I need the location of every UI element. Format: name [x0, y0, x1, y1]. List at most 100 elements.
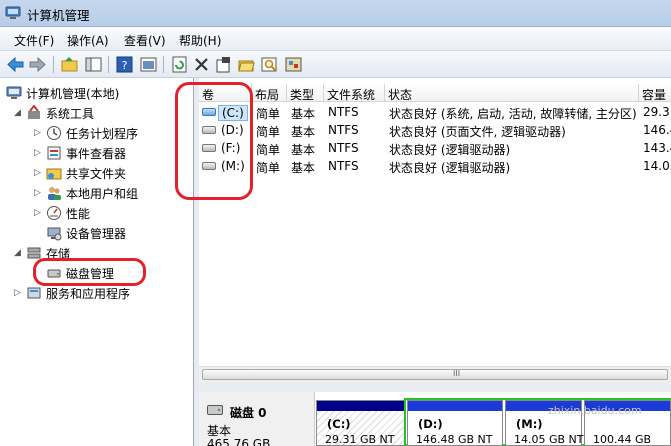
partition-name: (M:)	[516, 417, 543, 431]
menu-action[interactable]: 操作(A)	[67, 32, 109, 49]
shared-folder-icon	[46, 168, 62, 180]
volume-type: 基本	[291, 125, 316, 139]
menu-file[interactable]: 文件(F)	[14, 32, 54, 49]
volume-capacity: 29.3	[643, 105, 670, 119]
open-icon[interactable]	[237, 55, 256, 74]
up-folder-icon[interactable]	[60, 55, 79, 74]
back-icon[interactable]	[6, 55, 25, 74]
expand-arrow-icon[interactable]: ▷	[14, 288, 24, 298]
performance-icon	[47, 206, 61, 220]
delete-icon[interactable]	[192, 55, 211, 74]
watermark: zhixin.baidu.com	[548, 404, 642, 417]
tree-performance-label: 性能	[66, 207, 91, 221]
volume-status: 状态良好 (系统, 启动, 活动, 故障转储, 主分区)	[389, 107, 637, 121]
volume-filesystem: NTFS	[328, 105, 359, 119]
volume-list: 卷 布局 类型 文件系统 状态 容量 (C:) 简单 基本 NTFS 状态良好 …	[199, 78, 671, 366]
volume-layout: 简单	[256, 143, 281, 157]
toolbar: ?	[0, 51, 671, 78]
volume-capacity: 14.05	[643, 159, 671, 173]
partition-name: (D:)	[418, 417, 443, 431]
tree-event-viewer-label: 事件查看器	[66, 147, 127, 161]
disk-0-name: 磁盘 0	[230, 406, 267, 420]
disk-0-label[interactable]: 磁盘 0 基本 465.76 GB	[199, 392, 315, 446]
highlight-disk-management	[33, 258, 146, 286]
menu-view[interactable]: 查看(V)	[124, 32, 166, 49]
expand-arrow-icon[interactable]: ▷	[34, 208, 44, 218]
console-icon[interactable]	[139, 55, 158, 74]
horizontal-scrollbar[interactable]: III	[199, 366, 671, 382]
tree-device-manager-label: 设备管理器	[66, 227, 127, 241]
window-title: 计算机管理	[27, 8, 90, 23]
users-icon	[48, 187, 61, 200]
volume-type: 基本	[291, 161, 316, 175]
volume-layout: 简单	[256, 107, 281, 121]
menu-bar: 文件(F) 操作(A) 查看(V) 帮助(H)	[0, 27, 671, 51]
device-manager-icon	[47, 227, 62, 241]
tools-icon	[28, 105, 40, 119]
help-icon[interactable]: ?	[115, 55, 134, 74]
refresh-icon[interactable]	[170, 55, 189, 74]
tree-local-users-label: 本地用户和组	[66, 187, 139, 201]
partition-d[interactable]: (D:) 146.48 GB NT	[407, 400, 503, 446]
computer-icon	[6, 86, 22, 99]
collapse-arrow-icon[interactable]: ◢	[14, 248, 24, 258]
column-header-capacity[interactable]: 容量	[639, 84, 671, 102]
scrollbar-grip: III	[453, 369, 461, 378]
volume-layout: 简单	[256, 161, 281, 175]
clock-icon	[47, 126, 61, 140]
volume-capacity: 143.4	[643, 141, 671, 155]
collapse-arrow-icon[interactable]: ◢	[14, 108, 24, 118]
svg-text:?: ?	[122, 59, 128, 72]
column-header-filesystem[interactable]: 文件系统	[324, 84, 385, 102]
table-row[interactable]: (M:) 简单 基本 NTFS 状态良好 (逻辑驱动器) 14.05	[199, 158, 671, 176]
volume-filesystem: NTFS	[328, 141, 359, 155]
partition-size: 146.48 GB NT	[416, 433, 493, 446]
volume-status: 状态良好 (逻辑驱动器)	[389, 161, 511, 175]
partition-size: 14.05 GB NT	[514, 433, 584, 446]
expand-arrow-icon[interactable]: ▷	[34, 148, 44, 158]
table-row[interactable]: (D:) 简单 基本 NTFS 状态良好 (页面文件, 逻辑驱动器) 146.4	[199, 122, 671, 140]
column-header-layout[interactable]: 布局	[252, 84, 287, 102]
show-tree-icon[interactable]	[84, 55, 103, 74]
event-viewer-icon	[47, 146, 61, 160]
column-header-status[interactable]: 状态	[385, 84, 639, 102]
tree-services-label: 服务和应用程序	[46, 287, 131, 301]
expand-arrow-icon[interactable]: ▷	[34, 168, 44, 178]
partition-name: (C:)	[327, 417, 351, 431]
tree-system-tools-label: 系统工具	[46, 107, 95, 121]
expand-arrow-icon[interactable]: ▷	[34, 128, 44, 138]
title-bar: 计算机管理	[0, 0, 671, 27]
tree-root-label: 计算机管理(本地)	[26, 87, 120, 101]
disk-graphical-view: 磁盘 0 基本 465.76 GB (C:) 29.31 GB NT (D:) …	[199, 392, 671, 446]
volume-type: 基本	[291, 107, 316, 121]
volume-status: 状态良好 (逻辑驱动器)	[389, 143, 511, 157]
pane-divider[interactable]	[199, 382, 671, 392]
table-row[interactable]: (C:) 简单 基本 NTFS 状态良好 (系统, 启动, 活动, 故障转储, …	[199, 104, 671, 122]
table-row[interactable]: (F:) 简单 基本 NTFS 状态良好 (逻辑驱动器) 143.4	[199, 140, 671, 158]
disk-0-size: 465.76 GB	[207, 437, 271, 446]
partition-bar	[408, 401, 502, 411]
menu-help[interactable]: 帮助(H)	[179, 32, 221, 49]
volume-type: 基本	[291, 143, 316, 157]
column-header-type[interactable]: 类型	[287, 84, 324, 102]
search-icon[interactable]	[260, 55, 279, 74]
volume-capacity: 146.4	[643, 123, 671, 137]
partition-size: 100.44 GB	[593, 433, 652, 446]
services-icon	[27, 287, 41, 299]
disk-drive-icon	[207, 405, 223, 415]
computer-management-icon	[5, 6, 21, 19]
expand-arrow-icon[interactable]: ▷	[34, 188, 44, 198]
volume-status: 状态良好 (页面文件, 逻辑驱动器)	[389, 125, 566, 139]
volume-filesystem: NTFS	[328, 123, 359, 137]
highlight-volume-column	[175, 82, 253, 200]
volume-filesystem: NTFS	[328, 159, 359, 173]
tree-shared-folders-label: 共享文件夹	[66, 167, 127, 181]
partition-bar	[317, 401, 405, 411]
scrollbar-thumb[interactable]: III	[202, 369, 668, 380]
volume-layout: 简单	[256, 125, 281, 139]
properties-icon[interactable]	[214, 55, 233, 74]
tree-task-scheduler-label: 任务计划程序	[66, 127, 139, 141]
map-icon[interactable]	[284, 55, 303, 74]
forward-icon[interactable]	[28, 55, 47, 74]
partition-c[interactable]: (C:) 29.31 GB NT	[316, 400, 406, 446]
